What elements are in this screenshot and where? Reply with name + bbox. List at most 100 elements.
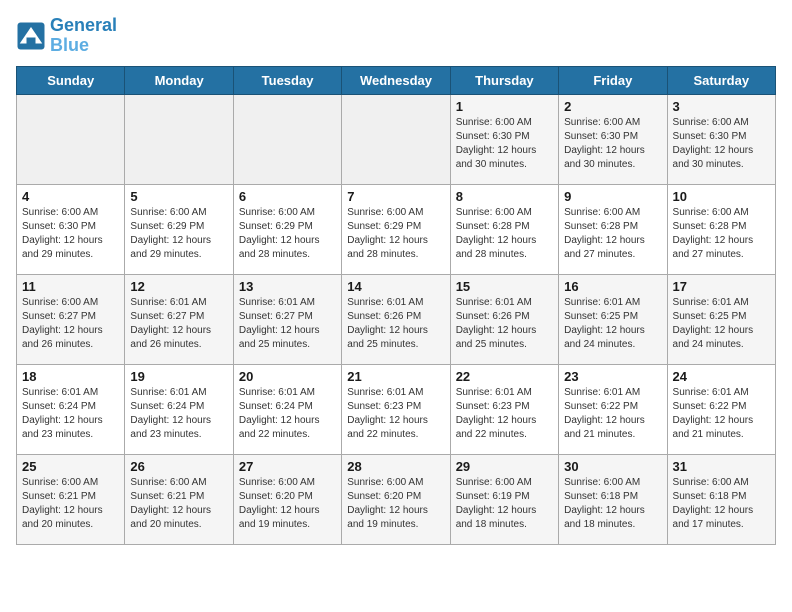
day-number: 22 — [456, 369, 553, 384]
calendar-cell: 19 Sunrise: 6:01 AMSunset: 6:24 PMDayligh… — [125, 364, 233, 454]
day-number: 3 — [673, 99, 770, 114]
calendar-cell: 10 Sunrise: 6:00 AMSunset: 6:28 PMDayligh… — [667, 184, 775, 274]
calendar-cell: 31Sunrise: 6:00 AMSunset: 6:18 PMDayligh… — [667, 454, 775, 544]
calendar-cell: 29Sunrise: 6:00 AMSunset: 6:19 PMDayligh… — [450, 454, 558, 544]
day-info: Sunrise: 6:01 AMSunset: 6:26 PMDaylight:… — [347, 296, 444, 352]
calendar-cell: 26 Sunrise: 6:00 AMSunset: 6:21 PMDayligh… — [125, 454, 233, 544]
day-info: Sunrise: 6:01 AMSunset: 6:22 PMDaylight:… — [564, 386, 661, 442]
day-number: 15 — [456, 279, 553, 294]
day-number: 26 — [130, 459, 227, 474]
week-row-3: 11 Sunrise: 6:00 AMSunset: 6:27 PMDayligh… — [17, 274, 776, 364]
day-info: Sunrise: 6:00 AMSunset: 6:29 PMDaylight:… — [347, 206, 444, 262]
day-info: Sunrise: 6:01 AMSunset: 6:26 PMDaylight:… — [456, 296, 553, 352]
day-number: 18 — [22, 369, 119, 384]
day-header-tuesday: Tuesday — [233, 66, 341, 94]
day-info: Sunrise: 6:00 AMSunset: 6:21 PMDaylight:… — [130, 476, 227, 532]
day-info: Sunrise: 6:00 AMSunset: 6:27 PMDaylight:… — [22, 296, 119, 352]
day-number: 23 — [564, 369, 661, 384]
day-number: 1 — [456, 99, 553, 114]
day-header-monday: Monday — [125, 66, 233, 94]
day-number: 21 — [347, 369, 444, 384]
day-number: 17 — [673, 279, 770, 294]
calendar-cell: 25 Sunrise: 6:00 AMSunset: 6:21 PMDayligh… — [17, 454, 125, 544]
calendar-cell — [125, 94, 233, 184]
day-info: Sunrise: 6:00 AMSunset: 6:28 PMDaylight:… — [564, 206, 661, 262]
day-number: 19 — [130, 369, 227, 384]
day-info: Sunrise: 6:01 AMSunset: 6:23 PMDaylight:… — [347, 386, 444, 442]
day-info: Sunrise: 6:01 AMSunset: 6:23 PMDaylight:… — [456, 386, 553, 442]
calendar-cell: 12 Sunrise: 6:01 AMSunset: 6:27 PMDayligh… — [125, 274, 233, 364]
day-info: Sunrise: 6:00 AMSunset: 6:29 PMDaylight:… — [130, 206, 227, 262]
week-row-4: 18 Sunrise: 6:01 AMSunset: 6:24 PMDayligh… — [17, 364, 776, 454]
day-header-wednesday: Wednesday — [342, 66, 450, 94]
day-number: 6 — [239, 189, 336, 204]
calendar-cell: 2 Sunrise: 6:00 AMSunset: 6:30 PMDaylight… — [559, 94, 667, 184]
day-header-friday: Friday — [559, 66, 667, 94]
calendar-cell: 7 Sunrise: 6:00 AMSunset: 6:29 PMDaylight… — [342, 184, 450, 274]
day-number: 4 — [22, 189, 119, 204]
day-number: 12 — [130, 279, 227, 294]
calendar-cell: 30 Sunrise: 6:00 AMSunset: 6:18 PMDayligh… — [559, 454, 667, 544]
day-number: 24 — [673, 369, 770, 384]
calendar-cell: 23 Sunrise: 6:01 AMSunset: 6:22 PMDayligh… — [559, 364, 667, 454]
week-row-5: 25 Sunrise: 6:00 AMSunset: 6:21 PMDayligh… — [17, 454, 776, 544]
days-header-row: SundayMondayTuesdayWednesdayThursdayFrid… — [17, 66, 776, 94]
day-header-sunday: Sunday — [17, 66, 125, 94]
calendar-cell: 17Sunrise: 6:01 AMSunset: 6:25 PMDayligh… — [667, 274, 775, 364]
day-number: 7 — [347, 189, 444, 204]
day-number: 2 — [564, 99, 661, 114]
logo: General Blue — [16, 16, 117, 56]
calendar-cell: 11 Sunrise: 6:00 AMSunset: 6:27 PMDayligh… — [17, 274, 125, 364]
day-info: Sunrise: 6:00 AMSunset: 6:30 PMDaylight:… — [564, 116, 661, 172]
calendar-cell: 18 Sunrise: 6:01 AMSunset: 6:24 PMDayligh… — [17, 364, 125, 454]
day-info: Sunrise: 6:00 AMSunset: 6:21 PMDaylight:… — [22, 476, 119, 532]
week-row-2: 4 Sunrise: 6:00 AMSunset: 6:30 PMDaylight… — [17, 184, 776, 274]
day-info: Sunrise: 6:00 AMSunset: 6:30 PMDaylight:… — [673, 116, 770, 172]
calendar-cell: 9 Sunrise: 6:00 AMSunset: 6:28 PMDaylight… — [559, 184, 667, 274]
day-info: Sunrise: 6:00 AMSunset: 6:30 PMDaylight:… — [22, 206, 119, 262]
calendar-cell — [342, 94, 450, 184]
day-info: Sunrise: 6:01 AMSunset: 6:27 PMDaylight:… — [130, 296, 227, 352]
calendar-cell: 6 Sunrise: 6:00 AMSunset: 6:29 PMDaylight… — [233, 184, 341, 274]
calendar-cell: 22 Sunrise: 6:01 AMSunset: 6:23 PMDayligh… — [450, 364, 558, 454]
week-row-1: 1 Sunrise: 6:00 AMSunset: 6:30 PMDaylight… — [17, 94, 776, 184]
day-number: 16 — [564, 279, 661, 294]
day-info: Sunrise: 6:00 AMSunset: 6:20 PMDaylight:… — [239, 476, 336, 532]
logo-name: General Blue — [50, 16, 117, 56]
calendar-cell: 15 Sunrise: 6:01 AMSunset: 6:26 PMDayligh… — [450, 274, 558, 364]
day-info: Sunrise: 6:00 AMSunset: 6:18 PMDaylight:… — [564, 476, 661, 532]
day-number: 30 — [564, 459, 661, 474]
calendar-cell: 20Sunrise: 6:01 AMSunset: 6:24 PMDayligh… — [233, 364, 341, 454]
day-info: Sunrise: 6:01 AMSunset: 6:22 PMDaylight:… — [673, 386, 770, 442]
calendar-cell: 16Sunrise: 6:01 AMSunset: 6:25 PMDayligh… — [559, 274, 667, 364]
day-header-thursday: Thursday — [450, 66, 558, 94]
day-info: Sunrise: 6:00 AMSunset: 6:30 PMDaylight:… — [456, 116, 553, 172]
day-number: 8 — [456, 189, 553, 204]
day-info: Sunrise: 6:00 AMSunset: 6:28 PMDaylight:… — [456, 206, 553, 262]
calendar-cell — [17, 94, 125, 184]
day-info: Sunrise: 6:00 AMSunset: 6:19 PMDaylight:… — [456, 476, 553, 532]
calendar-cell: 1 Sunrise: 6:00 AMSunset: 6:30 PMDaylight… — [450, 94, 558, 184]
day-info: Sunrise: 6:00 AMSunset: 6:28 PMDaylight:… — [673, 206, 770, 262]
day-info: Sunrise: 6:01 AMSunset: 6:27 PMDaylight:… — [239, 296, 336, 352]
day-number: 10 — [673, 189, 770, 204]
calendar-cell: 24 Sunrise: 6:01 AMSunset: 6:22 PMDayligh… — [667, 364, 775, 454]
calendar-cell — [233, 94, 341, 184]
day-info: Sunrise: 6:00 AMSunset: 6:18 PMDaylight:… — [673, 476, 770, 532]
calendar-cell: 3 Sunrise: 6:00 AMSunset: 6:30 PMDaylight… — [667, 94, 775, 184]
day-info: Sunrise: 6:01 AMSunset: 6:24 PMDaylight:… — [22, 386, 119, 442]
day-number: 25 — [22, 459, 119, 474]
day-header-saturday: Saturday — [667, 66, 775, 94]
logo-icon — [16, 21, 46, 51]
calendar-table: SundayMondayTuesdayWednesdayThursdayFrid… — [16, 66, 776, 545]
day-info: Sunrise: 6:01 AMSunset: 6:24 PMDaylight:… — [130, 386, 227, 442]
calendar-cell: 14Sunrise: 6:01 AMSunset: 6:26 PMDayligh… — [342, 274, 450, 364]
day-number: 20 — [239, 369, 336, 384]
day-number: 13 — [239, 279, 336, 294]
day-number: 11 — [22, 279, 119, 294]
calendar-cell: 5 Sunrise: 6:00 AMSunset: 6:29 PMDaylight… — [125, 184, 233, 274]
day-info: Sunrise: 6:00 AMSunset: 6:29 PMDaylight:… — [239, 206, 336, 262]
day-number: 5 — [130, 189, 227, 204]
day-info: Sunrise: 6:00 AMSunset: 6:20 PMDaylight:… — [347, 476, 444, 532]
day-number: 9 — [564, 189, 661, 204]
